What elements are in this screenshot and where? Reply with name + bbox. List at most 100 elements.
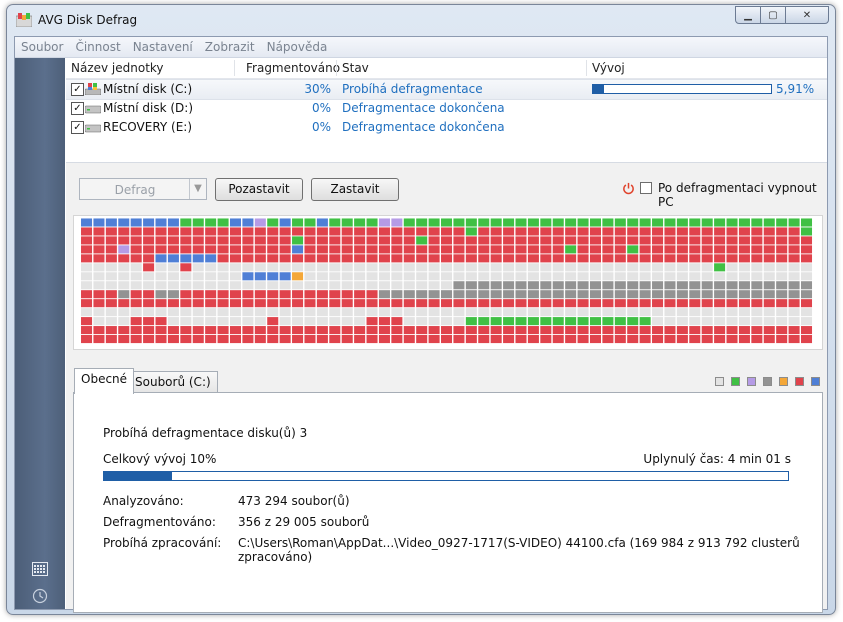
cluster-block	[130, 317, 142, 326]
cluster-block	[503, 236, 515, 245]
drive-c-fragmented: 30%	[304, 82, 331, 96]
tab-files[interactable]: Souborů (C:)	[128, 371, 218, 393]
cluster-block	[118, 299, 130, 308]
drive-row-d[interactable]: ✓ Místní disk (D:) 0% Defragmentace doko…	[66, 99, 827, 118]
tab-general[interactable]: Obecné	[74, 368, 135, 394]
menu-zobrazit[interactable]: Zobrazit	[199, 40, 261, 54]
menu-napoveda[interactable]: Nápověda	[261, 40, 334, 54]
cluster-block	[664, 218, 676, 227]
header-drive-name[interactable]: Název jednotky	[71, 61, 164, 75]
cluster-block	[403, 227, 415, 236]
cluster-block	[527, 263, 539, 272]
cluster-block	[776, 308, 788, 317]
cluster-block	[391, 326, 403, 335]
cluster-block	[192, 290, 204, 299]
cluster-block	[503, 263, 515, 272]
cluster-block	[465, 218, 477, 227]
cluster-block	[689, 245, 701, 254]
drive-d-checkbox[interactable]: ✓	[71, 102, 84, 115]
menu-nastaveni[interactable]: Nastavení	[127, 40, 199, 54]
cluster-block	[167, 299, 179, 308]
cluster-block	[416, 281, 428, 290]
cluster-block	[552, 308, 564, 317]
calendar-grid-icon[interactable]	[32, 562, 48, 576]
cluster-block	[515, 236, 527, 245]
cluster-block	[441, 245, 453, 254]
stop-button[interactable]: Zastavit	[311, 178, 399, 201]
drive-e-checkbox[interactable]: ✓	[71, 121, 84, 134]
cluster-block	[292, 326, 304, 335]
cluster-block	[217, 263, 229, 272]
cluster-block	[180, 281, 192, 290]
cluster-block	[689, 308, 701, 317]
cluster-block	[180, 218, 192, 227]
cluster-block	[565, 245, 577, 254]
shutdown-label: Po defragmentaci vypnout PC	[658, 181, 817, 209]
cluster-block	[676, 299, 688, 308]
cluster-block	[689, 317, 701, 326]
cluster-block	[738, 218, 750, 227]
cluster-block	[577, 254, 589, 263]
cluster-block	[689, 281, 701, 290]
cluster-block	[441, 326, 453, 335]
header-status[interactable]: Stav	[342, 61, 369, 75]
cluster-block	[763, 281, 775, 290]
cluster-block	[652, 308, 664, 317]
cluster-block	[664, 272, 676, 281]
cluster-block	[354, 335, 366, 344]
cluster-block	[701, 236, 713, 245]
cluster-block	[441, 335, 453, 344]
header-separator	[586, 60, 587, 76]
cluster-block	[217, 290, 229, 299]
cluster-block	[403, 335, 415, 344]
shutdown-checkbox[interactable]	[640, 182, 652, 194]
cluster-block	[751, 335, 763, 344]
cluster-block	[192, 308, 204, 317]
cluster-block	[180, 299, 192, 308]
cluster-block	[652, 218, 664, 227]
maximize-button[interactable]: ▢	[760, 6, 786, 24]
hard-drive-icon	[85, 124, 101, 133]
cluster-block	[776, 263, 788, 272]
cluster-block	[428, 245, 440, 254]
drive-row-e[interactable]: ✓ RECOVERY (E:) 0% Defragmentace dokonče…	[66, 118, 827, 137]
cluster-block	[279, 290, 291, 299]
chevron-down-icon[interactable]: ▼	[189, 179, 206, 199]
cluster-block	[143, 227, 155, 236]
cluster-block	[329, 272, 341, 281]
menu-cinnost[interactable]: Činnost	[69, 40, 126, 54]
cluster-block	[751, 326, 763, 335]
cluster-block	[304, 281, 316, 290]
cluster-block	[639, 218, 651, 227]
cluster-block	[229, 299, 242, 308]
defrag-dropdown[interactable]: Defrag ▼	[79, 178, 207, 200]
pause-button[interactable]: Pozastavit	[215, 178, 303, 201]
menu-soubor[interactable]: Soubor	[15, 40, 69, 54]
cluster-block	[738, 290, 750, 299]
header-progress[interactable]: Vývoj	[592, 61, 625, 75]
cluster-block	[503, 245, 515, 254]
cluster-block	[167, 227, 179, 236]
cluster-block	[800, 263, 813, 272]
cluster-block	[751, 236, 763, 245]
minimize-button[interactable]: ▁	[735, 6, 761, 24]
cluster-block	[490, 272, 502, 281]
clock-icon[interactable]	[32, 588, 48, 604]
drive-row-c[interactable]: ✓ Místní disk (C:) 30% Probíhá defragmen…	[66, 79, 827, 100]
cluster-block	[267, 254, 279, 263]
cluster-block	[565, 290, 577, 299]
cluster-block	[639, 335, 651, 344]
close-button[interactable]: ✕	[785, 6, 829, 24]
cluster-block	[192, 218, 204, 227]
header-fragmented[interactable]: Fragmentováno	[246, 61, 340, 75]
cluster-block	[267, 335, 279, 344]
cluster-block	[81, 218, 93, 227]
cluster-block	[130, 308, 142, 317]
cluster-block	[652, 254, 664, 263]
cluster-block	[627, 218, 639, 227]
cluster-block	[118, 263, 130, 272]
cluster-block	[453, 281, 465, 290]
cluster-block	[267, 263, 279, 272]
drive-c-checkbox[interactable]: ✓	[71, 83, 84, 96]
cluster-block	[639, 317, 651, 326]
